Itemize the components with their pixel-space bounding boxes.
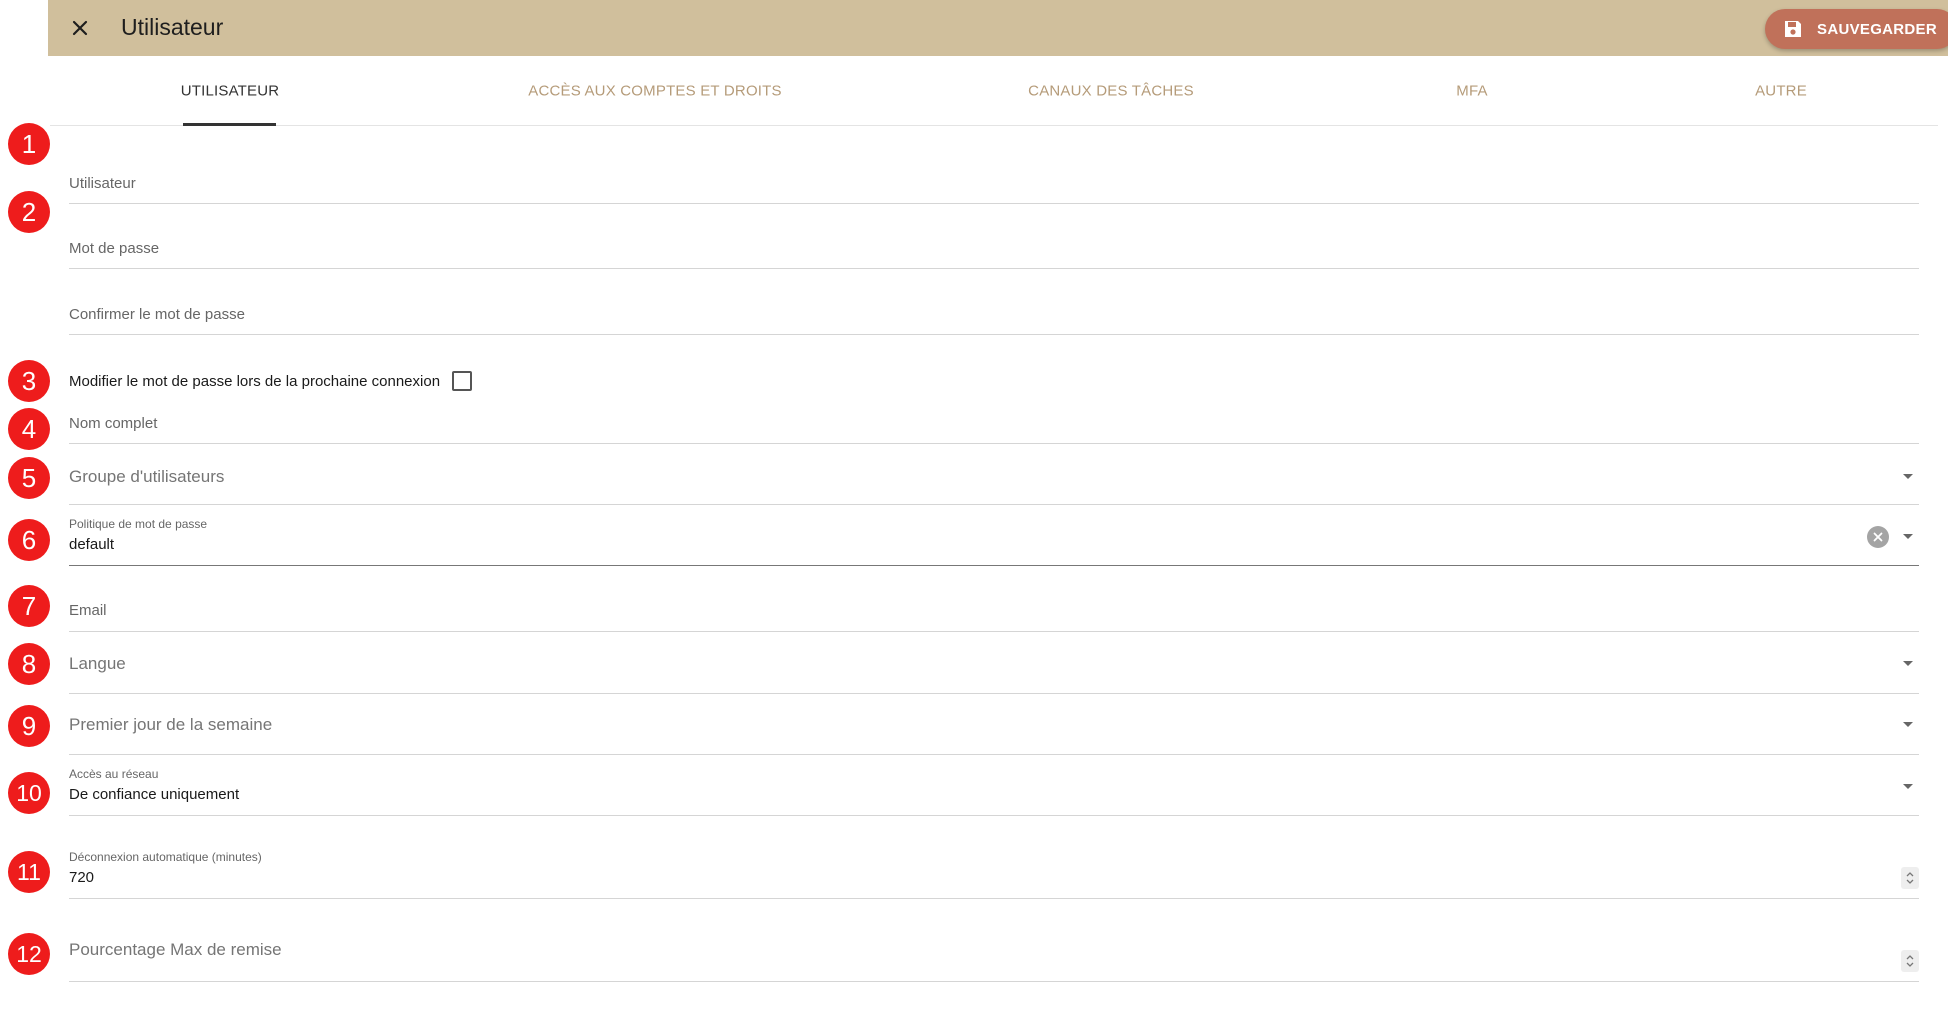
- full-name-label: Nom complet: [69, 415, 158, 432]
- first-day-of-week-select[interactable]: Premier jour de la semaine: [69, 708, 1919, 755]
- auto-logout-value: 720: [69, 869, 95, 886]
- max-discount-input[interactable]: Pourcentage Max de remise: [69, 928, 1919, 982]
- badge-11: 11: [8, 851, 50, 893]
- chevron-down-icon: [1903, 784, 1913, 789]
- number-spinner-icon[interactable]: [1901, 950, 1919, 972]
- header-bar: Utilisateur SAUVEGARDER: [48, 0, 1948, 56]
- tab-account-access-rights[interactable]: ACCÈS AUX COMPTES ET DROITS: [528, 83, 782, 100]
- page-title: Utilisateur: [121, 14, 224, 40]
- max-discount-label: Pourcentage Max de remise: [69, 940, 282, 959]
- close-button[interactable]: [64, 12, 96, 44]
- clear-circle-icon[interactable]: [1867, 526, 1889, 548]
- tab-user[interactable]: UTILISATEUR: [181, 83, 280, 100]
- tab-other[interactable]: AUTRE: [1755, 83, 1807, 100]
- floppy-disk-icon: [1785, 21, 1802, 37]
- user-edit-dialog: Utilisateur SAUVEGARDER UTILISATEUR ACCÈ…: [48, 0, 1948, 1014]
- change-password-next-login-row: Modifier le mot de passe lors de la proc…: [69, 367, 473, 395]
- close-icon: [72, 20, 88, 36]
- network-access-label: Accès au réseau: [69, 767, 159, 781]
- language-select[interactable]: Langue: [69, 647, 1919, 694]
- password-label: Mot de passe: [69, 240, 160, 257]
- auto-logout-label: Déconnexion automatique (minutes): [69, 850, 262, 864]
- badge-2: 2: [8, 191, 50, 233]
- badge-12: 12: [8, 933, 50, 975]
- password-policy-select[interactable]: Politique de mot de passe default: [69, 512, 1919, 566]
- chevron-down-icon: [1903, 661, 1913, 666]
- password-field[interactable]: Mot de passe: [69, 226, 1919, 269]
- user-group-select[interactable]: Groupe d'utilisateurs: [69, 458, 1919, 505]
- username-label: Utilisateur: [69, 175, 136, 192]
- tab-bar: UTILISATEUR ACCÈS AUX COMPTES ET DROITS …: [50, 56, 1938, 126]
- language-label: Langue: [69, 654, 126, 673]
- full-name-field[interactable]: Nom complet: [69, 410, 1919, 444]
- number-spinner-icon[interactable]: [1901, 867, 1919, 889]
- save-button-label: SAUVEGARDER: [1817, 20, 1937, 38]
- badge-4: 4: [8, 408, 50, 450]
- network-access-value: De confiance uniquement: [69, 786, 240, 803]
- password-policy-value: default: [69, 536, 115, 553]
- username-field[interactable]: Utilisateur: [69, 160, 1919, 204]
- tab-mfa[interactable]: MFA: [1456, 83, 1487, 100]
- badge-9: 9: [8, 705, 50, 747]
- network-access-select[interactable]: Accès au réseau De confiance uniquement: [69, 762, 1919, 816]
- badge-6: 6: [8, 519, 50, 561]
- badge-5: 5: [8, 457, 50, 499]
- tab-task-channels[interactable]: CANAUX DES TÂCHES: [1028, 83, 1194, 100]
- password-policy-label: Politique de mot de passe: [69, 517, 208, 531]
- badge-10: 10: [8, 772, 50, 814]
- chevron-down-icon: [1903, 474, 1913, 479]
- user-group-label: Groupe d'utilisateurs: [69, 467, 225, 486]
- change-password-next-login-label: Modifier le mot de passe lors de la proc…: [69, 372, 441, 390]
- email-label: Email: [69, 602, 107, 619]
- badge-7: 7: [8, 585, 50, 627]
- badge-1: 1: [8, 123, 50, 165]
- confirm-password-label: Confirmer le mot de passe: [69, 306, 245, 323]
- active-tab-indicator: [183, 123, 276, 126]
- confirm-password-field[interactable]: Confirmer le mot de passe: [69, 292, 1919, 335]
- chevron-down-icon: [1903, 534, 1913, 539]
- save-button[interactable]: SAUVEGARDER: [1765, 9, 1948, 49]
- email-field[interactable]: Email: [69, 588, 1919, 632]
- auto-logout-input[interactable]: Déconnexion automatique (minutes) 720: [69, 845, 1919, 899]
- first-day-of-week-label: Premier jour de la semaine: [69, 715, 273, 734]
- badge-8: 8: [8, 643, 50, 685]
- change-password-next-login-checkbox[interactable]: [452, 371, 473, 391]
- chevron-down-icon: [1903, 722, 1913, 727]
- badge-3: 3: [8, 360, 50, 402]
